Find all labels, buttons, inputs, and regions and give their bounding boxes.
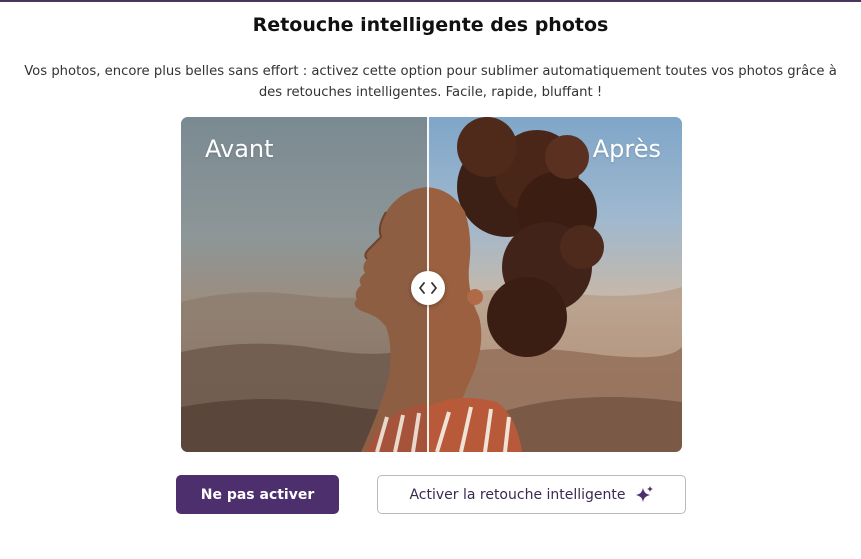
- mountains-before-illustration: [181, 187, 427, 452]
- activate-button-label: Activer la retouche intelligente: [409, 486, 626, 503]
- sparkles-icon: [634, 485, 654, 505]
- decline-button[interactable]: Ne pas activer: [176, 475, 339, 514]
- before-label: Avant: [205, 135, 274, 163]
- after-label: Après: [592, 135, 661, 163]
- before-image: Avant: [181, 117, 427, 452]
- dialog-description: Vos photos, encore plus belles sans effo…: [24, 64, 837, 100]
- before-after-comparison[interactable]: Avant Après: [181, 117, 682, 452]
- slider-handle[interactable]: [411, 271, 445, 305]
- activate-smart-retouch-button[interactable]: Activer la retouche intelligente: [377, 475, 686, 514]
- mountains-after-illustration: [427, 117, 682, 452]
- top-accent-line: [0, 0, 861, 2]
- after-image: Après: [427, 117, 682, 452]
- decline-button-label: Ne pas activer: [200, 486, 315, 503]
- dialog-title: Retouche intelligente des photos: [252, 14, 609, 36]
- chevrons-left-right-icon: [419, 282, 437, 294]
